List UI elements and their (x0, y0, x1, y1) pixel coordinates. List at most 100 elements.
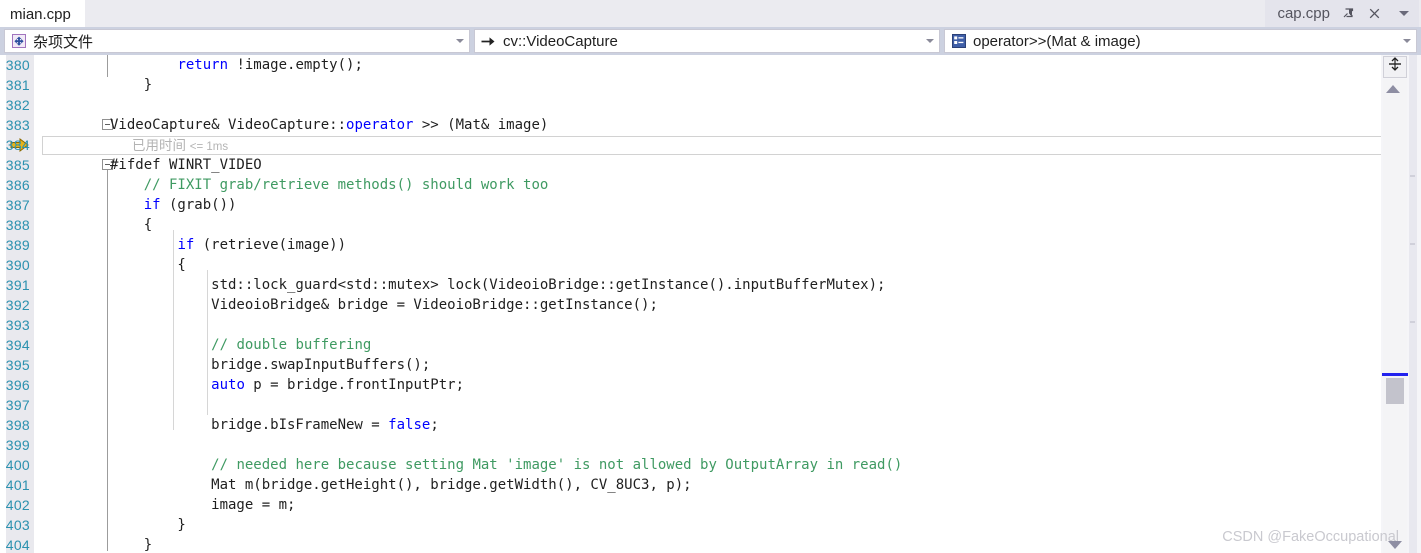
chevron-down-icon[interactable] (1398, 39, 1416, 43)
scrollbar-track[interactable] (1383, 79, 1407, 553)
tab-cap-cpp[interactable]: cap.cpp (1265, 0, 1388, 27)
code-line[interactable]: 396 auto p = bridge.frontInputPtr; (6, 375, 1381, 395)
scrollbar-overview-rail (1409, 55, 1417, 553)
class-scope-dropdown[interactable]: cv::VideoCapture (474, 29, 940, 53)
line-number: 390 (5, 257, 30, 273)
tab-label: mian.cpp (10, 6, 71, 23)
scrollbar-thumb[interactable] (1386, 378, 1404, 404)
elapsed-time-adornment[interactable] (42, 136, 1415, 155)
line-number: 383 (5, 117, 30, 133)
line-number: 387 (5, 197, 30, 213)
vertical-scrollbar-area[interactable] (1381, 55, 1421, 553)
changed-lines-marker (1382, 373, 1408, 376)
member-scope-dropdown[interactable]: operator>>(Mat & image) (944, 29, 1417, 53)
class-scope-value: cv::VideoCapture (503, 32, 618, 50)
scroll-up-arrow-icon[interactable] (1386, 85, 1400, 93)
code-line[interactable]: 380 return !image.empty(); (6, 55, 1381, 75)
code-line[interactable]: 382 (6, 95, 1381, 115)
code-text: // FIXIT grab/retrieve methods() should … (143, 177, 549, 193)
indent-guide (107, 170, 108, 553)
project-scope-value: 杂项文件 (33, 33, 94, 51)
code-text: // needed here because setting Mat 'imag… (211, 457, 903, 473)
project-file-icon (10, 33, 27, 50)
code-line[interactable]: 394 // double buffering (6, 335, 1381, 355)
pin-icon[interactable] (1341, 6, 1356, 21)
line-number: 381 (5, 77, 30, 93)
code-text: image = m; (110, 497, 296, 513)
overview-tick (1410, 243, 1415, 245)
code-line[interactable]: 387 if (grab()) (6, 195, 1381, 215)
chevron-down-icon[interactable] (451, 39, 469, 43)
project-scope-dropdown[interactable]: 杂项文件 (4, 29, 470, 53)
code-text: return !image.empty(); (177, 57, 363, 73)
overview-tick (1410, 175, 1415, 177)
scroll-down-arrow-icon[interactable] (1388, 541, 1402, 549)
code-text: { (110, 217, 153, 233)
line-number: 398 (5, 417, 30, 433)
line-number: 382 (5, 97, 30, 113)
document-tab-strip: mian.cpp cap.cpp (0, 0, 1421, 27)
indent-guide (207, 270, 208, 415)
line-number: 403 (5, 517, 30, 533)
chevron-down-icon (1398, 11, 1409, 16)
code-line[interactable]: 388 { (6, 215, 1381, 235)
code-line[interactable]: 401 Mat m(bridge.getHeight(), bridge.get… (6, 475, 1381, 495)
method-icon (950, 33, 967, 50)
code-line[interactable]: 383 VideoCapture& VideoCapture::operator … (6, 115, 1381, 135)
line-number: 388 (5, 217, 30, 233)
code-line[interactable]: 392 VideoioBridge& bridge = VideoioBridg… (6, 295, 1381, 315)
code-line[interactable]: 389 if (retrieve(image)) (6, 235, 1381, 255)
line-number: 395 (5, 357, 30, 373)
code-line[interactable]: 393 (6, 315, 1381, 335)
code-text: } (110, 517, 186, 533)
code-text: { (110, 257, 186, 273)
indent-guide (107, 55, 108, 77)
code-text: VideoCapture& VideoCapture::operator >> … (110, 117, 549, 133)
close-icon[interactable] (1367, 6, 1382, 21)
line-number: 380 (5, 57, 30, 73)
tab-list-dropdown-button[interactable] (1388, 0, 1419, 27)
line-number: 400 (5, 457, 30, 473)
code-line[interactable]: 381 } (6, 75, 1381, 95)
indent-guide (173, 230, 174, 430)
code-line[interactable]: 395 bridge.swapInputBuffers(); (6, 355, 1381, 375)
tab-mian-cpp[interactable]: mian.cpp (0, 0, 85, 27)
code-line[interactable]: 397 (6, 395, 1381, 415)
line-number: 386 (5, 177, 30, 193)
code-text: if (retrieve(image)) (177, 237, 347, 253)
code-line[interactable]: 399 (6, 435, 1381, 455)
code-line[interactable]: 400 // needed here because setting Mat '… (6, 455, 1381, 475)
code-line[interactable]: 403 } (6, 515, 1381, 535)
visual-studio-editor-window: mian.cpp cap.cpp 杂项文件 cv::VideoCapture o… (0, 0, 1421, 553)
elapsed-time-label: 已用时间 <= 1ms (132, 138, 229, 153)
code-line[interactable]: 390 { (6, 255, 1381, 275)
code-surface[interactable]: 380 return !image.empty(); 381 } 382 383 Vid… (6, 55, 1381, 553)
code-text: auto p = bridge.frontInputPtr; (211, 377, 465, 393)
code-line[interactable]: 398 bridge.bIsFrameNew = false; (6, 415, 1381, 435)
line-number: 391 (5, 277, 30, 293)
line-number: 399 (5, 437, 30, 453)
navigation-bar: 杂项文件 cv::VideoCapture operator>>(Mat & i… (0, 27, 1421, 55)
line-number: 404 (5, 537, 30, 553)
code-text: bridge.swapInputBuffers(); (110, 357, 431, 373)
code-editor[interactable]: 380 return !image.empty(); 381 } 382 383 Vid… (0, 55, 1421, 553)
code-line[interactable]: 402 image = m; (6, 495, 1381, 515)
line-number: 397 (5, 397, 30, 413)
line-number: 385 (5, 157, 30, 173)
code-line[interactable]: 391 std::lock_guard<std::mutex> lock(Vid… (6, 275, 1381, 295)
overview-tick (1410, 321, 1415, 323)
code-text: VideoioBridge& bridge = VideoioBridge::g… (110, 297, 658, 313)
code-text: std::lock_guard<std::mutex> lock(Videoio… (110, 277, 886, 293)
code-line[interactable]: 385 #ifdef WINRT_VIDEO (6, 155, 1381, 175)
line-number: 396 (5, 377, 30, 393)
code-text: Mat m(bridge.getHeight(), bridge.getWidt… (110, 477, 692, 493)
line-number: 392 (5, 297, 30, 313)
code-text: #ifdef WINRT_VIDEO (110, 157, 262, 173)
chevron-down-icon[interactable] (921, 39, 939, 43)
line-number: 393 (5, 317, 30, 333)
split-view-button[interactable] (1383, 56, 1407, 78)
code-line[interactable]: 386 // FIXIT grab/retrieve methods() sho… (6, 175, 1381, 195)
code-text: } (110, 77, 153, 93)
arrow-right-icon (480, 33, 497, 50)
code-text: bridge.bIsFrameNew = false; (110, 417, 439, 433)
